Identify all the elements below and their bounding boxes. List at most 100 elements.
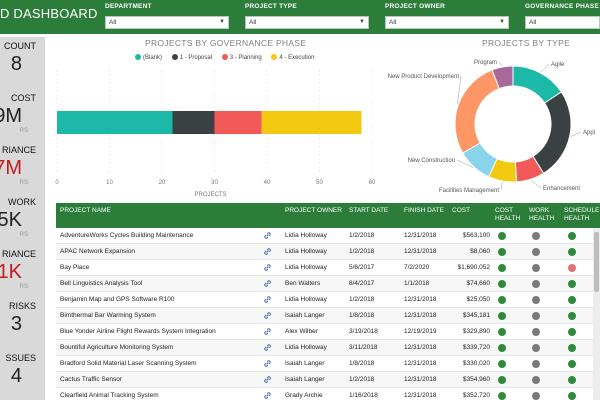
link-icon[interactable] (263, 231, 272, 240)
kpi-label: RISKS (8, 301, 36, 311)
cost-health-indicator (498, 296, 506, 304)
kpi-value: 31K (0, 261, 22, 283)
kpi-value: 4 (10, 365, 22, 387)
kpi-edge (45, 297, 48, 350)
table-row[interactable]: APAC Network Expansion Lidia Holloway 1/2/… (56, 244, 600, 260)
table-row[interactable]: AdventureWorks Cycles Building Maintenan… (56, 228, 600, 244)
bar-segment-1[interactable] (172, 111, 215, 134)
filter-governance-phase[interactable]: GOVERNANCE PHASE All (525, 3, 600, 31)
table-row[interactable]: Bountiful Agriculture Monitoring System L… (56, 340, 600, 356)
table-scrollbar[interactable] (593, 228, 600, 400)
link-icon[interactable] (263, 391, 272, 400)
cell-cost: $329,890 (462, 328, 490, 335)
bar-segment-0[interactable] (57, 111, 173, 134)
link-icon[interactable] (263, 343, 272, 352)
schedule-health-indicator (568, 312, 576, 320)
cell-cost: $74,660 (466, 280, 491, 287)
cell-cost: $25,050 (466, 296, 491, 303)
x-tick-label: 30 (211, 180, 218, 186)
table-row[interactable]: Bay Place Lidia Holloway 5/6/2017 7/2/2020 $… (56, 260, 600, 276)
col-start-date[interactable]: START DATE (349, 207, 388, 215)
filter-department[interactable]: DEPARTMENT All ▼ (105, 3, 235, 31)
kpi-value: 5K (0, 209, 22, 231)
donut-label: Program (474, 60, 497, 66)
cell-project-name: Cactus Traffic Sensor (60, 376, 123, 383)
link-icon[interactable] (263, 375, 272, 384)
table-row[interactable]: Bradford Solid Material Laser Scanning S… (56, 356, 600, 372)
project-owner-dropdown[interactable]: All ▼ (385, 16, 509, 29)
cell-start-date: 1/8/2018 (349, 312, 375, 319)
filter-project-type[interactable]: PROJECT TYPE All ▼ (245, 3, 375, 31)
col-cost-health[interactable]: COST HEALTH (495, 207, 523, 223)
cell-start-date: 1/2/2018 (349, 296, 375, 303)
link-icon[interactable] (263, 247, 272, 256)
work-health-indicator (532, 296, 540, 304)
col-finish-date[interactable]: FINISH DATE (404, 207, 444, 215)
table-row[interactable]: Clearfield Animal Tracking System Grady A… (56, 388, 600, 400)
table-row[interactable]: Bell Linguistics Analysis Tool Ben Walter… (56, 276, 600, 292)
link-icon[interactable] (263, 311, 272, 320)
donut-label: New Construction (408, 158, 455, 164)
link-icon[interactable] (263, 279, 272, 288)
cell-finish-date: 7/2/2020 (404, 264, 430, 271)
kpi-sub: RS (19, 284, 28, 290)
donut-leader (498, 61, 503, 67)
cell-start-date: 3/19/2018 (349, 328, 378, 335)
cell-start-date: 1/2/2018 (349, 232, 375, 239)
donut-slice-5[interactable] (454, 69, 500, 154)
kpi-value: 3 (10, 313, 22, 335)
cell-finish-date: 12/31/2018 (404, 232, 437, 239)
cost-health-indicator (498, 376, 506, 384)
table-row[interactable]: Blue Yonder Airline Flight Rewards Syste… (56, 324, 600, 340)
x-tick-label: 50 (316, 180, 323, 186)
cell-project-owner: Lidia Holloway (285, 248, 327, 255)
work-health-indicator (532, 376, 540, 384)
table-row[interactable]: Cactus Traffic Sensor Isaiah Langer 1/2/20… (56, 372, 600, 388)
bar-segment-3[interactable] (261, 111, 362, 134)
schedule-health-indicator (568, 248, 576, 256)
donut-leader (500, 181, 503, 191)
work-health-indicator (532, 328, 540, 336)
donut-leader (540, 63, 550, 73)
link-icon[interactable] (263, 263, 272, 272)
table-row[interactable]: Bimthermal Bar Warming System Isaiah Lang… (56, 308, 600, 324)
cell-project-owner: Alex Wilber (285, 328, 318, 335)
col-project-owner[interactable]: PROJECT OWNER (285, 207, 342, 215)
link-icon[interactable] (263, 359, 272, 368)
dropdown-value: All (529, 19, 537, 26)
kpi-label: COST (10, 93, 36, 103)
project-type-dropdown[interactable]: All ▼ (245, 16, 369, 29)
cell-project-name: Bell Linguistics Analysis Tool (60, 280, 143, 287)
cell-cost: $352,720 (462, 392, 490, 399)
filter-label: PROJECT TYPE (245, 3, 297, 10)
cell-cost: $8,060 (470, 248, 490, 255)
donut-slice-1[interactable] (532, 91, 572, 175)
col-project-name[interactable]: PROJECT NAME (60, 207, 111, 215)
department-dropdown[interactable]: All ▼ (105, 16, 229, 29)
cell-project-name: Clearfield Animal Tracking System (60, 392, 159, 399)
col-cost[interactable]: COST (452, 207, 470, 215)
kpi-sub: RS (19, 232, 28, 238)
cell-finish-date: 12/31/2018 (404, 376, 437, 383)
filter-project-owner[interactable]: PROJECT OWNER All ▼ (385, 3, 515, 31)
col-schedule-health[interactable]: SCHEDULE HEALTH (564, 207, 600, 223)
work-health-indicator (532, 280, 540, 288)
cost-health-indicator (498, 232, 506, 240)
cost-health-indicator (498, 280, 506, 288)
filter-label: PROJECT OWNER (385, 3, 446, 10)
col-work-health[interactable]: WORK HEALTH (529, 207, 557, 223)
governance-phase-dropdown[interactable]: All (525, 16, 600, 29)
cost-health-indicator (498, 312, 506, 320)
cost-health-indicator (498, 248, 506, 256)
bar-segment-2[interactable] (214, 111, 262, 134)
link-icon[interactable] (263, 295, 272, 304)
cell-project-name: Bradford Solid Material Laser Scanning S… (60, 360, 197, 367)
schedule-health-indicator (568, 344, 576, 352)
cell-start-date: 1/16/2018 (349, 392, 378, 399)
kpi-sub: RS (19, 180, 28, 186)
scrollbar-thumb[interactable] (594, 232, 599, 292)
work-health-indicator (532, 360, 540, 368)
table-row[interactable]: Benjamin Map and GPS Software R100 Lidia … (56, 292, 600, 308)
kpi-card-count: COUNT 8 (0, 37, 48, 90)
link-icon[interactable] (263, 327, 272, 336)
